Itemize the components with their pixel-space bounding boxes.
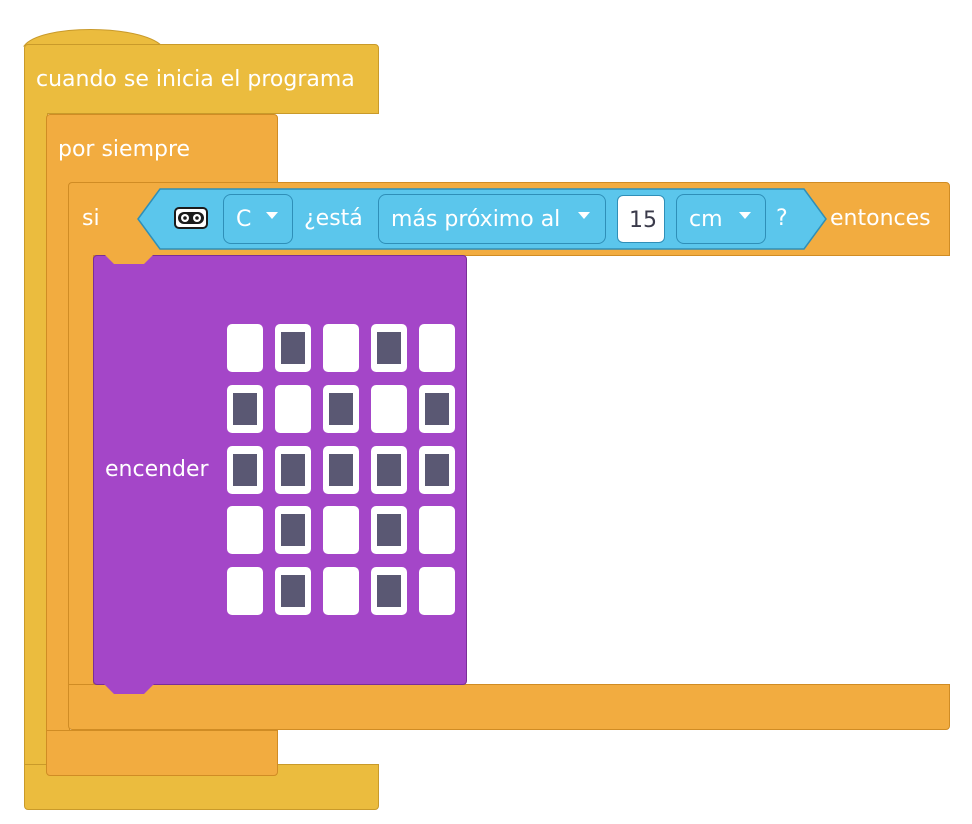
event-block-side: [24, 113, 48, 777]
led-pixel[interactable]: [323, 324, 359, 372]
forever-block-label: por siempre: [58, 137, 191, 162]
chevron-down-icon: [739, 212, 751, 219]
led-pixel[interactable]: [419, 567, 455, 615]
distance-value-input[interactable]: 15: [617, 195, 665, 243]
port-value: C: [236, 207, 252, 232]
led-pixel[interactable]: [275, 506, 311, 554]
led-pixel[interactable]: [227, 385, 263, 433]
question-mark-label: ?: [776, 206, 788, 231]
led-pixel[interactable]: [323, 567, 359, 615]
led-pixel[interactable]: [227, 324, 263, 372]
port-dropdown[interactable]: C: [223, 194, 293, 244]
led-pixel[interactable]: [419, 446, 455, 494]
led-pixel[interactable]: [227, 567, 263, 615]
distance-sensor-icon: [174, 207, 208, 229]
led-pixel[interactable]: [275, 385, 311, 433]
light-block-notch: [104, 254, 154, 264]
then-label: entonces: [830, 206, 931, 231]
led-pixel[interactable]: [419, 506, 455, 554]
led-pixel[interactable]: [275, 567, 311, 615]
led-pixel[interactable]: [227, 446, 263, 494]
unit-value: cm: [689, 207, 723, 232]
led-pixel[interactable]: [227, 506, 263, 554]
comparison-value: más próximo al: [391, 207, 561, 232]
led-pixel[interactable]: [323, 446, 359, 494]
led-pixel[interactable]: [371, 567, 407, 615]
led-pixel[interactable]: [371, 385, 407, 433]
chevron-down-icon: [266, 212, 278, 219]
led-pixel[interactable]: [371, 324, 407, 372]
comparison-dropdown[interactable]: más próximo al: [378, 194, 606, 244]
if-block-bottom: [68, 684, 950, 730]
event-block-label: cuando se inicia el programa: [36, 67, 355, 92]
led-pixel[interactable]: [275, 324, 311, 372]
forever-block-bottom: [46, 730, 278, 776]
led-pixel[interactable]: [323, 506, 359, 554]
led-pixel[interactable]: [275, 446, 311, 494]
light-up-label: encender: [105, 457, 209, 482]
distance-value: 15: [629, 208, 657, 233]
led-pixel[interactable]: [371, 506, 407, 554]
led-pixel[interactable]: [371, 446, 407, 494]
unit-dropdown[interactable]: cm: [676, 194, 766, 244]
light-block-bump: [104, 684, 154, 694]
is-label: ¿está: [304, 206, 363, 231]
led-pixel[interactable]: [419, 385, 455, 433]
led-pixel[interactable]: [323, 385, 359, 433]
if-label: si: [82, 206, 100, 231]
if-block-side: [68, 255, 94, 687]
led-pixel[interactable]: [419, 324, 455, 372]
chevron-down-icon: [578, 212, 590, 219]
led-matrix[interactable]: [227, 324, 457, 615]
forever-block-side: [46, 183, 70, 731]
